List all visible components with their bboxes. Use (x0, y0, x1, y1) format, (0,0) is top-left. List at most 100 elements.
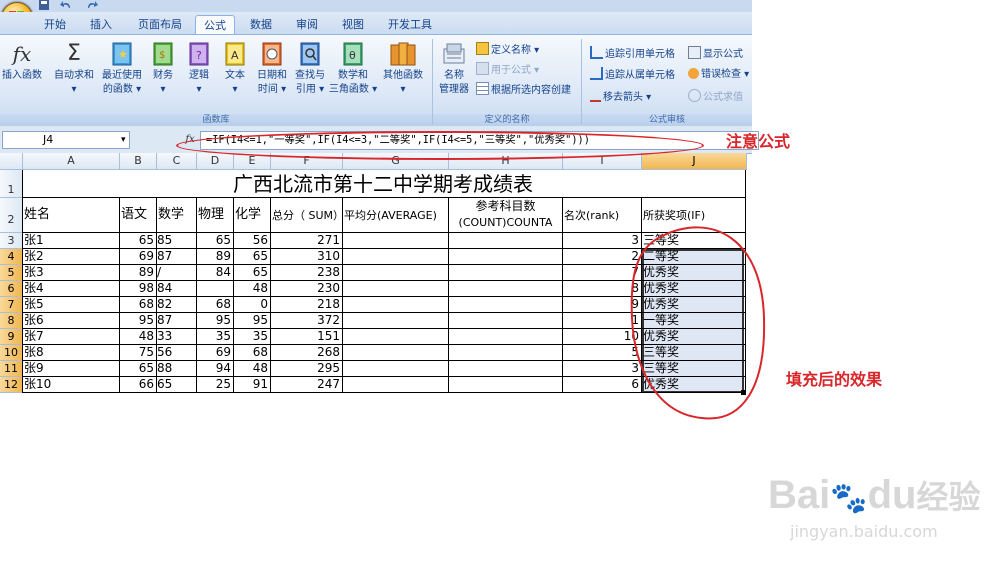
cell-d10[interactable]: 69 (197, 345, 233, 360)
cell-f6[interactable]: 230 (271, 281, 342, 296)
column-header-a[interactable]: A (23, 153, 120, 170)
cell-f3[interactable]: 271 (271, 233, 342, 248)
insert-function-button[interactable]: fx 插入函数 (0, 41, 44, 83)
evaluate-formula-button[interactable]: 公式求值 (688, 89, 743, 105)
logical-button[interactable]: ? 逻辑 ▾ (184, 41, 214, 97)
tab-page-layout[interactable]: 页面布局 (132, 15, 188, 34)
cell-e4[interactable]: 65 (234, 249, 270, 264)
column-header-c[interactable]: C (157, 153, 197, 170)
cell-f11[interactable]: 295 (271, 361, 342, 376)
cell-a3[interactable]: 张1 (24, 233, 118, 248)
header-rank[interactable]: 名次(rank) (564, 208, 619, 223)
cell-c5[interactable]: / (157, 265, 196, 280)
cell-d11[interactable]: 94 (197, 361, 233, 376)
cell-b7[interactable]: 68 (120, 297, 156, 312)
header-name[interactable]: 姓名 (24, 207, 50, 222)
redo-icon[interactable] (86, 0, 98, 10)
math-trig-button[interactable]: θ 数学和 三角函数 ▾ (328, 41, 378, 97)
cell-d6[interactable] (197, 281, 233, 296)
cell-f5[interactable]: 238 (271, 265, 342, 280)
header-math[interactable]: 数学 (158, 207, 184, 222)
trace-precedents-button[interactable]: 追踪引用单元格 (590, 46, 675, 62)
row-header-1[interactable]: 1 (0, 170, 23, 198)
error-checking-button[interactable]: 错误检查 ▾ (688, 67, 749, 83)
cell-b12[interactable]: 66 (120, 377, 156, 392)
cell-b4[interactable]: 69 (120, 249, 156, 264)
cell-a9[interactable]: 张7 (24, 329, 118, 344)
select-all-corner[interactable] (0, 153, 23, 170)
autosum-button[interactable]: Σ 自动求和 ▾ (50, 41, 98, 97)
column-header-j[interactable]: J (642, 153, 747, 170)
row-header-10[interactable]: 10 (0, 345, 23, 361)
row-header-2[interactable]: 2 (0, 198, 23, 233)
tab-insert[interactable]: 插入 (84, 15, 118, 34)
cell-a5[interactable]: 张3 (24, 265, 118, 280)
cell-e9[interactable]: 35 (234, 329, 270, 344)
cell-d12[interactable]: 25 (197, 377, 233, 392)
row-header-11[interactable]: 11 (0, 361, 23, 377)
tab-developer[interactable]: 开发工具 (380, 15, 440, 34)
undo-icon[interactable] (60, 0, 72, 10)
column-header-b[interactable]: B (120, 153, 157, 170)
cell-e12[interactable]: 91 (234, 377, 270, 392)
cell-a4[interactable]: 张2 (24, 249, 118, 264)
cell-d5[interactable]: 84 (197, 265, 233, 280)
cell-b8[interactable]: 95 (120, 313, 156, 328)
cell-a12[interactable]: 张10 (24, 377, 118, 392)
cell-d3[interactable]: 65 (197, 233, 233, 248)
cell-a6[interactable]: 张4 (24, 281, 118, 296)
cell-d8[interactable]: 95 (197, 313, 233, 328)
tab-formulas[interactable]: 公式 (195, 15, 235, 35)
cell-e7[interactable]: 0 (234, 297, 270, 312)
cell-e10[interactable]: 68 (234, 345, 270, 360)
cell-f12[interactable]: 247 (271, 377, 342, 392)
cell-c12[interactable]: 65 (157, 377, 196, 392)
cell-c4[interactable]: 87 (157, 249, 196, 264)
cell-a10[interactable]: 张8 (24, 345, 118, 360)
header-chinese[interactable]: 语文 (121, 207, 147, 222)
row-header-3[interactable]: 3 (0, 233, 23, 249)
cell-b6[interactable]: 98 (120, 281, 156, 296)
financial-button[interactable]: $ 财务 ▾ (148, 41, 178, 97)
row-header-12[interactable]: 12 (0, 377, 23, 393)
tab-home[interactable]: 开始 (38, 15, 72, 34)
cell-d7[interactable]: 68 (197, 297, 233, 312)
cell-d4[interactable]: 89 (197, 249, 233, 264)
cell-b5[interactable]: 89 (120, 265, 156, 280)
date-time-button[interactable]: 日期和 时间 ▾ (254, 41, 290, 97)
trace-dependents-button[interactable]: 追踪从属单元格 (590, 67, 675, 83)
cell-e8[interactable]: 95 (234, 313, 270, 328)
define-name-button[interactable]: 定义名称 ▾ (476, 42, 539, 58)
cell-c11[interactable]: 88 (157, 361, 196, 376)
header-average[interactable]: 平均分(AVERAGE) (344, 208, 437, 223)
tab-review[interactable]: 审阅 (290, 15, 324, 34)
cell-c10[interactable]: 56 (157, 345, 196, 360)
row-header-5[interactable]: 5 (0, 265, 23, 281)
cell-e11[interactable]: 48 (234, 361, 270, 376)
use-in-formula-button[interactable]: 用于公式 ▾ (476, 62, 539, 78)
cell-b10[interactable]: 75 (120, 345, 156, 360)
header-total[interactable]: 总分（ SUM） (272, 208, 344, 223)
show-formulas-button[interactable]: 显示公式 (688, 46, 743, 62)
cell-c6[interactable]: 84 (157, 281, 196, 296)
row-header-7[interactable]: 7 (0, 297, 23, 313)
create-from-selection-button[interactable]: 根据所选内容创建 (476, 82, 571, 98)
column-header-d[interactable]: D (197, 153, 234, 170)
header-subjects-line2[interactable]: (COUNT)COUNTA (449, 215, 562, 230)
save-icon[interactable] (38, 0, 50, 10)
tab-view[interactable]: 视图 (336, 15, 370, 34)
cell-f10[interactable]: 268 (271, 345, 342, 360)
cell-b9[interactable]: 48 (120, 329, 156, 344)
cell-f4[interactable]: 310 (271, 249, 342, 264)
cell-e6[interactable]: 48 (234, 281, 270, 296)
cell-b3[interactable]: 65 (120, 233, 156, 248)
cell-c3[interactable]: 85 (157, 233, 196, 248)
header-chemistry[interactable]: 化学 (235, 207, 261, 222)
name-box[interactable]: J4 ▾ (2, 131, 130, 149)
cell-f7[interactable]: 218 (271, 297, 342, 312)
sheet-title[interactable]: 广西北流市第十二中学期考成绩表 (23, 171, 743, 197)
row-header-9[interactable]: 9 (0, 329, 23, 345)
cell-c7[interactable]: 82 (157, 297, 196, 312)
text-button[interactable]: A 文本 ▾ (220, 41, 250, 97)
cell-f8[interactable]: 372 (271, 313, 342, 328)
